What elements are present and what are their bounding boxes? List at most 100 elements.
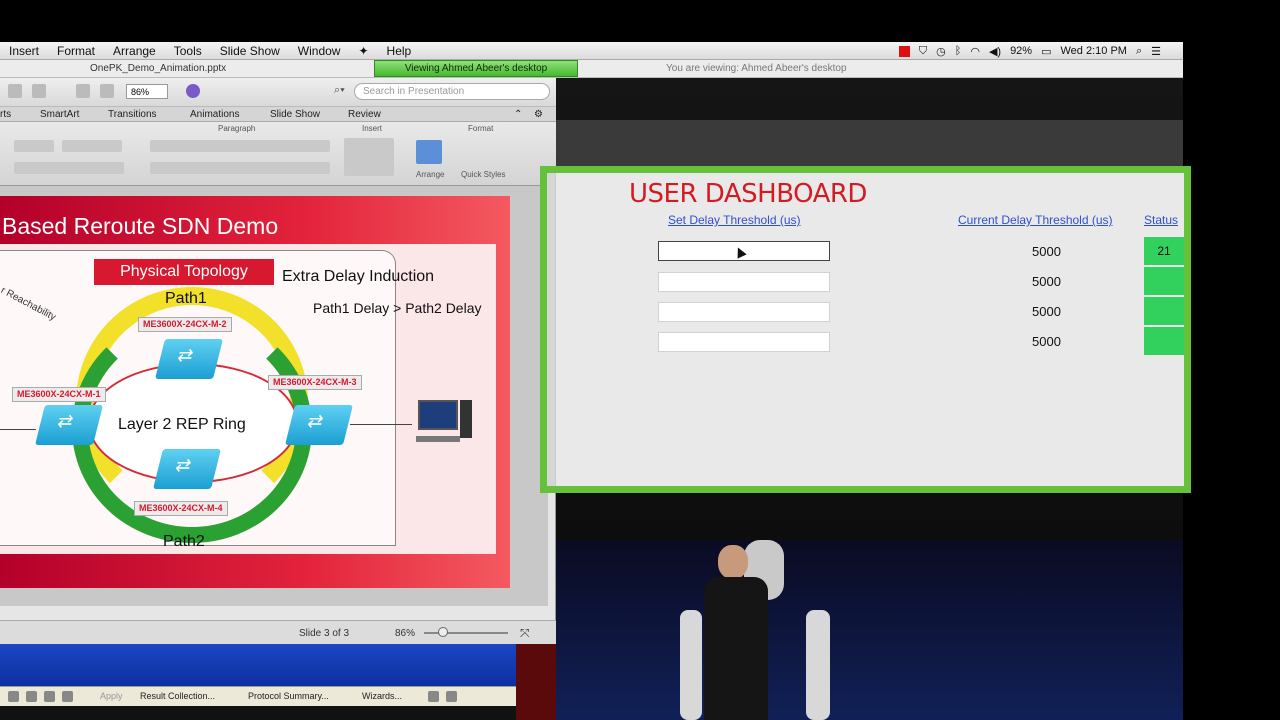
delay-threshold-input[interactable] [658, 332, 830, 352]
slide[interactable]: Based Reroute SDN Demo Physical Topology… [0, 196, 510, 588]
menu-slide-show[interactable]: Slide Show [211, 44, 289, 58]
remote-taskbar: Apply Result Collection... Protocol Summ… [0, 686, 516, 706]
node-label-m1: ME3600X-24CX-M-1 [12, 387, 106, 402]
viewing-status: You are viewing: Ahmed Abeer's desktop [666, 63, 847, 74]
quick-styles-button[interactable]: Quick Styles [461, 170, 505, 179]
slide-canvas: Based Reroute SDN Demo Physical Topology… [0, 186, 548, 606]
open-icon[interactable] [32, 84, 46, 98]
tool-icon[interactable] [62, 691, 73, 702]
search-input[interactable]: Search in Presentation [354, 83, 550, 100]
mac-menubar: Insert Format Arrange Tools Slide Show W… [0, 42, 1183, 60]
topology-frame: Physical Topology Path1 Path2 Layer 2 RE… [0, 250, 396, 550]
current-threshold-value: 5000 [1032, 304, 1061, 319]
tab-review[interactable]: Review [348, 109, 381, 120]
delay-threshold-input[interactable] [658, 302, 830, 322]
menu-help[interactable]: Help [378, 44, 421, 58]
text-format-buttons[interactable] [14, 162, 124, 174]
tab-animations[interactable]: Animations [190, 109, 239, 120]
monitor-icon [418, 400, 458, 430]
tool-icon[interactable] [8, 691, 19, 702]
reachability-label: r Reachability [0, 285, 58, 324]
tab-charts[interactable]: rts [0, 109, 11, 120]
status-zoom[interactable]: 86% [395, 628, 415, 639]
insert-buttons[interactable] [344, 138, 394, 176]
menu-tools[interactable]: Tools [165, 44, 211, 58]
screen: Insert Format Arrange Tools Slide Show W… [0, 0, 1280, 720]
dashboard-scroll-edge [547, 173, 556, 486]
gear-icon[interactable]: ⚙ [534, 109, 543, 120]
viewing-banner[interactable]: Viewing Ahmed Abeer's desktop [374, 60, 578, 77]
arrange-button[interactable]: Arrange [416, 170, 444, 179]
apply-button[interactable]: Apply [100, 691, 123, 701]
status-cell [1144, 327, 1184, 355]
print-icon[interactable] [100, 84, 114, 98]
current-threshold-value: 5000 [1032, 274, 1061, 289]
slide-title: Based Reroute SDN Demo [2, 213, 279, 239]
ribbon-tabs: rts SmartArt Transitions Animations Slid… [0, 106, 556, 122]
menu-window[interactable]: Window [289, 44, 350, 58]
help-icon[interactable] [186, 84, 200, 98]
tower-icon [460, 400, 472, 438]
battery-icon[interactable]: ▭ [1041, 45, 1051, 58]
wizards-button[interactable]: Wizards... [362, 691, 402, 701]
stage-screen-edge [556, 120, 1183, 168]
group-insert: Insert [362, 124, 383, 133]
battery-percent[interactable]: 92% [1010, 45, 1032, 57]
switch-icon [285, 405, 353, 445]
menu-format[interactable]: Format [48, 44, 104, 58]
fit-window-icon[interactable]: ⤧ [520, 626, 530, 641]
spotlight-icon[interactable]: ⌕ [1136, 45, 1142, 58]
menu-arrange[interactable]: Arrange [104, 44, 165, 58]
collapse-ribbon-icon[interactable]: ⌃ [514, 109, 522, 120]
user-dashboard: USER DASHBOARD Set Delay Threshold (us) … [540, 166, 1191, 493]
list-icon[interactable]: ☰ [1151, 45, 1161, 58]
arrange-icon[interactable] [416, 140, 442, 164]
tool-icon[interactable] [26, 691, 37, 702]
computer-icon [416, 400, 474, 446]
wifi-icon[interactable]: ◠ [970, 45, 980, 58]
egress-arrow [350, 424, 412, 425]
remote-desktop-background [0, 644, 516, 686]
script-icon[interactable]: ✦ [349, 44, 377, 58]
current-threshold-value: 5000 [1032, 334, 1061, 349]
ring-label: Layer 2 REP Ring [118, 416, 246, 433]
paragraph-buttons[interactable] [150, 140, 330, 152]
clock[interactable]: Wed 2:10 PM [1061, 45, 1127, 57]
menu-insert[interactable]: Insert [0, 44, 48, 58]
tab-smartart[interactable]: SmartArt [40, 109, 79, 120]
result-collection-button[interactable]: Result Collection... [140, 691, 215, 701]
shield-icon[interactable]: ⛉ [919, 45, 927, 58]
standard-toolbar: 86% ⌕▾ Search in Presentation [0, 78, 556, 106]
new-icon[interactable] [8, 84, 22, 98]
tool-icon[interactable] [428, 691, 439, 702]
switch-icon [35, 405, 103, 445]
zoom-slider-handle[interactable] [438, 627, 448, 637]
delay-threshold-input[interactable] [658, 272, 830, 292]
presenter [700, 545, 780, 720]
font-size-buttons[interactable] [62, 140, 122, 152]
group-format: Format [468, 124, 494, 133]
tab-transitions[interactable]: Transitions [108, 109, 157, 120]
current-threshold-header: Current Delay Threshold (us) [958, 213, 1113, 227]
font-dropdown[interactable] [14, 140, 54, 152]
bluetooth-icon[interactable]: ᛒ [955, 45, 962, 57]
node-label-m2: ME3600X-24CX-M-2 [138, 317, 232, 332]
path2-label: Path2 [163, 533, 205, 550]
time-machine-icon[interactable]: ◷ [936, 45, 946, 58]
document-title: OnePK_Demo_Animation.pptx [90, 63, 227, 74]
tab-slide-show[interactable]: Slide Show [270, 109, 320, 120]
protocol-summary-button[interactable]: Protocol Summary... [248, 691, 329, 701]
status-cell [1144, 267, 1184, 295]
status-bar: Slide 3 of 3 86% ⤧ [0, 620, 556, 644]
extra-delay-label: Extra Delay Induction [282, 268, 435, 285]
search-icon[interactable]: ⌕▾ [334, 84, 345, 97]
alignment-buttons[interactable] [150, 162, 330, 174]
tool-icon[interactable] [446, 691, 457, 702]
volume-icon[interactable]: ◀) [989, 45, 1001, 58]
zoom-field[interactable]: 86% [126, 84, 168, 99]
zoom-slider-track[interactable] [424, 632, 508, 634]
save-icon[interactable] [76, 84, 90, 98]
bottom-edge [0, 706, 516, 720]
record-icon[interactable] [898, 45, 910, 57]
tool-icon[interactable] [44, 691, 55, 702]
